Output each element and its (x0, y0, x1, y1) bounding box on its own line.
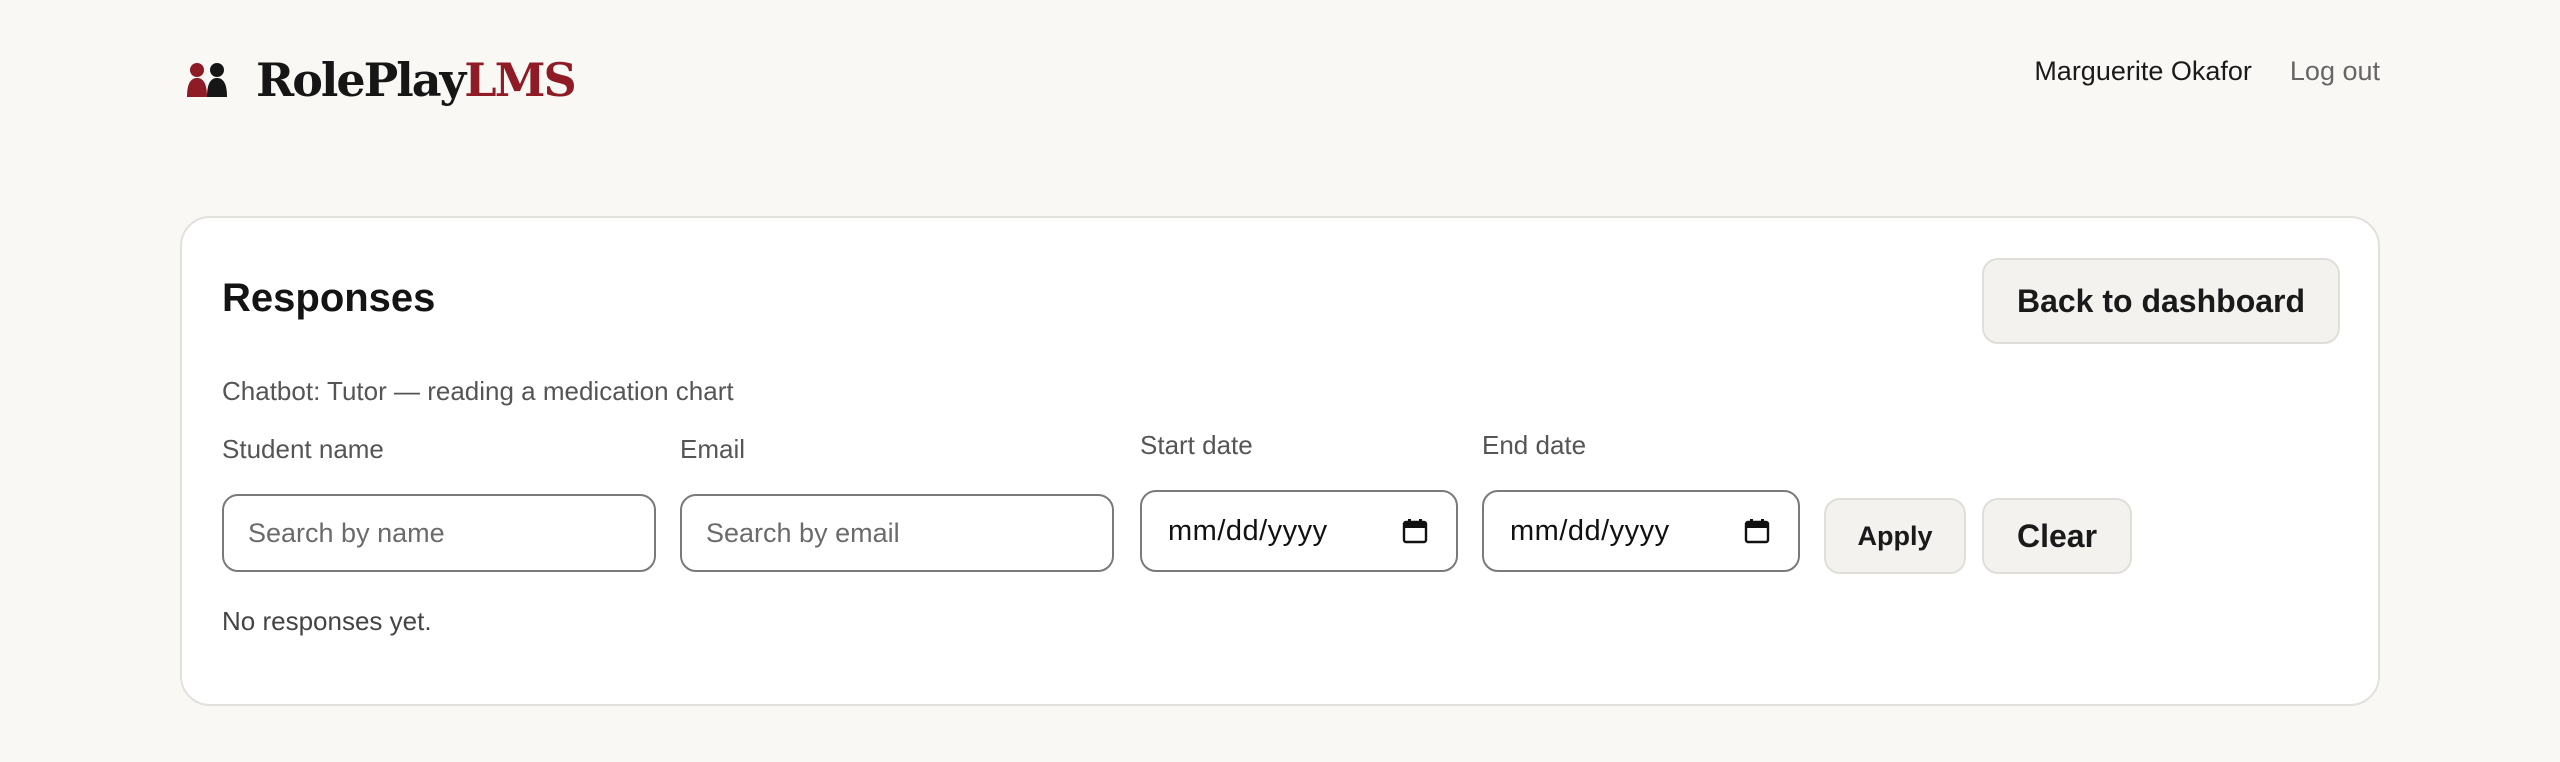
user-name: Marguerite Okafor (2034, 56, 2252, 86)
empty-state-message: No responses yet. (222, 606, 432, 636)
responses-card: Responses Back to dashboard Chatbot: Tut… (180, 216, 2380, 706)
two-people-icon (187, 63, 227, 97)
start-date-text: mm/dd/yyyy (1168, 514, 1328, 547)
start-date-input[interactable]: mm/dd/yyyy (1140, 490, 1458, 572)
end-date-text: mm/dd/yyyy (1510, 514, 1670, 547)
calendar-icon[interactable] (1402, 518, 1428, 544)
top-navigation: RolePlayLMS Marguerite Okafor Log out (0, 0, 2560, 150)
student-name-field (222, 494, 656, 572)
student-name-input[interactable] (224, 517, 654, 549)
end-date-label: End date (1482, 430, 1587, 460)
page-title: Responses (222, 276, 436, 320)
email-label: Email (680, 434, 746, 464)
clear-button[interactable]: Clear (1982, 498, 2132, 574)
brand-logo[interactable]: RolePlayLMS (186, 50, 577, 110)
calendar-icon[interactable] (1744, 518, 1770, 544)
end-date-input[interactable]: mm/dd/yyyy (1482, 490, 1800, 572)
brand-name-part1: RolePlay (256, 53, 466, 107)
brand-name-part2: LMS (464, 53, 576, 107)
student-name-label: Student name (222, 434, 384, 464)
email-field (680, 494, 1114, 572)
chatbot-subtitle: Chatbot: Tutor — reading a medication ch… (222, 376, 734, 406)
email-input[interactable] (682, 517, 1112, 549)
apply-button[interactable]: Apply (1824, 498, 1966, 574)
user-nav: Marguerite Okafor Log out (2034, 56, 2380, 87)
brand-name: RolePlayLMS (256, 57, 577, 103)
back-to-dashboard-button[interactable]: Back to dashboard (1982, 258, 2340, 344)
logout-link[interactable]: Log out (2290, 56, 2380, 87)
start-date-label: Start date (1140, 430, 1253, 460)
